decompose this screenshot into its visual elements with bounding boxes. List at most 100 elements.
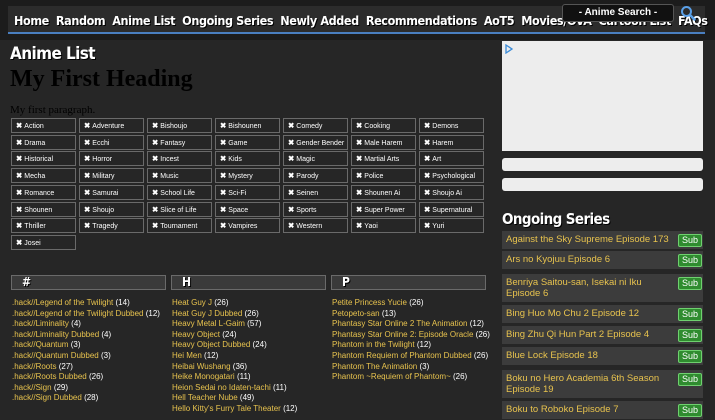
genre-tag[interactable]: ✖ Shoujo <box>79 201 144 217</box>
genre-tag[interactable]: ✖ Vampires <box>215 218 280 234</box>
genre-tag[interactable]: ✖ Bishoujo <box>147 118 212 133</box>
genre-tag[interactable]: ✖ Romance <box>11 184 76 200</box>
genre-tag[interactable]: ✖ Shoujo Ai <box>419 184 484 200</box>
nav-item[interactable]: Recommendations <box>366 13 477 28</box>
genre-tag[interactable]: ✖ Military <box>79 168 144 184</box>
ongoing-series-item[interactable]: Boku to Roboko Episode 7 Sub <box>502 401 703 419</box>
episode-link[interactable]: Benriya Saitou-san, Isekai ni Iku Episod… <box>506 277 676 299</box>
ongoing-series-item[interactable]: Bing Huo Mo Chu 2 Episode 12 Sub <box>502 305 703 323</box>
genre-tag[interactable]: ✖ Male Harem <box>351 134 416 150</box>
genre-tag[interactable]: ✖ Magic <box>283 151 348 167</box>
episode-link[interactable]: Bing Zhu Qi Hun Part 2 Episode 4 <box>506 329 676 340</box>
genre-tag[interactable]: ✖ Drama <box>11 134 76 150</box>
genre-tag[interactable]: ✖ Psychological <box>419 168 484 184</box>
genre-tag[interactable]: ✖ Tragedy <box>79 218 144 234</box>
ongoing-series-item[interactable]: Boku no Hero Academia 6th Season Episode… <box>502 370 703 398</box>
genre-tag[interactable]: ✖ Music <box>147 168 212 184</box>
anime-link[interactable]: .hack//Sign Dubbed <box>12 393 82 402</box>
genre-tag[interactable]: ✖ Adventure <box>79 118 144 133</box>
anime-link[interactable]: .hack//Legend of the Twilight <box>12 298 113 307</box>
genre-tag[interactable]: ✖ Thriller <box>11 218 76 234</box>
ad-choices-icon[interactable] <box>504 44 514 54</box>
genre-tag[interactable]: ✖ Tournament <box>147 218 212 234</box>
anime-link[interactable]: Phantasy Star Online 2: Episode Oracle <box>332 330 473 339</box>
genre-tag[interactable]: ✖ School Life <box>147 184 212 200</box>
anime-link[interactable]: Petopeto-san <box>332 309 380 318</box>
anime-link[interactable]: Phantom ~Requiem of Phantom~ <box>332 372 451 381</box>
genre-tag[interactable]: ✖ Josei <box>11 234 76 250</box>
genre-tag[interactable]: ✖ Seinen <box>283 184 348 200</box>
genre-tag[interactable]: ✖ Bishounen <box>215 118 280 133</box>
anime-link[interactable]: .hack//Quantum <box>12 340 68 349</box>
nav-item[interactable]: AoT5 <box>484 13 515 28</box>
anime-link[interactable]: Phantasy Star Online 2 The Animation <box>332 319 468 328</box>
genre-tag[interactable]: ✖ Space <box>215 201 280 217</box>
nav-item[interactable]: Ongoing Series <box>182 13 273 28</box>
anime-link[interactable]: .hack//Liminality Dubbed <box>12 330 99 339</box>
genre-tag[interactable]: ✖ Demons <box>419 118 484 133</box>
anime-link[interactable]: Heavy Object Dubbed <box>172 340 250 349</box>
anime-link[interactable]: Heike Monogatari <box>172 372 235 381</box>
genre-tag[interactable]: ✖ Slice of Life <box>147 201 212 217</box>
genre-tag[interactable]: ✖ Harem <box>419 134 484 150</box>
episode-link[interactable]: Against the Sky Supreme Episode 173 <box>506 234 676 245</box>
genre-tag[interactable]: ✖ Art <box>419 151 484 167</box>
genre-tag[interactable]: ✖ Comedy <box>283 118 348 133</box>
anime-link[interactable]: .hack//Quantum Dubbed <box>12 351 99 360</box>
ongoing-series-item[interactable]: Ars no Kyojuu Episode 6 Sub <box>502 251 703 269</box>
anime-link[interactable]: .hack//Sign <box>12 383 52 392</box>
genre-tag[interactable]: ✖ Mecha <box>11 168 76 184</box>
genre-tag[interactable]: ✖ Cooking <box>351 118 416 133</box>
anime-link[interactable]: Phantom The Animation <box>332 362 417 371</box>
anime-link[interactable]: .hack//Roots Dubbed <box>12 372 87 381</box>
nav-item[interactable]: Anime List <box>112 13 175 28</box>
genre-tag[interactable]: ✖ Horror <box>79 151 144 167</box>
genre-tag[interactable]: ✖ Action <box>11 118 76 133</box>
anime-link[interactable]: Hell Teacher Nube <box>172 393 238 402</box>
genre-tag[interactable]: ✖ Supernatural <box>419 201 484 217</box>
anime-link[interactable]: Heion Sedai no Idaten-tachi <box>172 383 271 392</box>
anime-link[interactable]: Heat Guy J Dubbed <box>172 309 242 318</box>
anime-link[interactable]: .hack//Roots <box>12 362 56 371</box>
genre-tag[interactable]: ✖ Gender Bender <box>283 134 348 150</box>
ongoing-series-item[interactable]: Bing Zhu Qi Hun Part 2 Episode 4 Sub <box>502 326 703 344</box>
episode-link[interactable]: Boku to Roboko Episode 7 <box>506 404 676 415</box>
search-input[interactable]: - Anime Search - <box>562 4 674 22</box>
episode-link[interactable]: Bing Huo Mo Chu 2 Episode 12 <box>506 308 676 319</box>
genre-tag[interactable]: ✖ Mystery <box>215 168 280 184</box>
genre-tag[interactable]: ✖ Martial Arts <box>351 151 416 167</box>
search-icon[interactable] <box>680 5 696 21</box>
nav-item[interactable]: Home <box>14 13 49 28</box>
genre-tag[interactable]: ✖ Super Power <box>351 201 416 217</box>
anime-link[interactable]: .hack//Legend of the Twilight Dubbed <box>12 309 144 318</box>
nav-item[interactable]: Random <box>56 13 106 28</box>
genre-tag[interactable]: ✖ Yaoi <box>351 218 416 234</box>
episode-link[interactable]: Ars no Kyojuu Episode 6 <box>506 254 676 265</box>
anime-link[interactable]: Hello Kitty's Furry Tale Theater <box>172 404 281 413</box>
genre-tag[interactable]: ✖ Shounen <box>11 201 76 217</box>
anime-link[interactable]: Phantom in the Twilight <box>332 340 415 349</box>
genre-tag[interactable]: ✖ Western <box>283 218 348 234</box>
episode-link[interactable]: Blue Lock Episode 18 <box>506 350 676 361</box>
genre-tag[interactable]: ✖ Shounen Ai <box>351 184 416 200</box>
anime-link[interactable]: Phantom Requiem of Phantom Dubbed <box>332 351 472 360</box>
episode-link[interactable]: Boku no Hero Academia 6th Season Episode… <box>506 373 676 395</box>
anime-link[interactable]: Heat Guy J <box>172 298 212 307</box>
genre-tag[interactable]: ✖ Yuri <box>419 218 484 234</box>
genre-tag[interactable]: ✖ Historical <box>11 151 76 167</box>
genre-tag[interactable]: ✖ Fantasy <box>147 134 212 150</box>
anime-link[interactable]: Heibai Wushang <box>172 362 231 371</box>
ongoing-series-item[interactable]: Blue Lock Episode 18 Sub <box>502 347 703 365</box>
genre-tag[interactable]: ✖ Game <box>215 134 280 150</box>
anime-link[interactable]: .hack//Liminality <box>12 319 69 328</box>
ongoing-series-item[interactable]: Benriya Saitou-san, Isekai ni Iku Episod… <box>502 274 703 302</box>
genre-tag[interactable]: ✖ Kids <box>215 151 280 167</box>
ongoing-series-item[interactable]: Against the Sky Supreme Episode 173 Sub <box>502 231 703 249</box>
anime-link[interactable]: Petite Princess Yucie <box>332 298 407 307</box>
anime-link[interactable]: Hei Men <box>172 351 202 360</box>
genre-tag[interactable]: ✖ Sports <box>283 201 348 217</box>
genre-tag[interactable]: ✖ Samurai <box>79 184 144 200</box>
nav-item[interactable]: Newly Added <box>280 13 359 28</box>
genre-tag[interactable]: ✖ Incest <box>147 151 212 167</box>
anime-link[interactable]: Heavy Metal L-Gaim <box>172 319 245 328</box>
